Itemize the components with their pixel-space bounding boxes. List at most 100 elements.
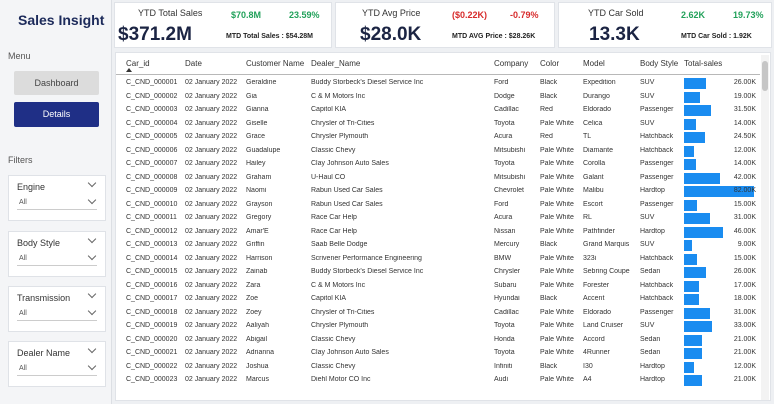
cell-color: Pale White <box>540 200 574 208</box>
cell-date: 02 January 2022 <box>185 335 238 343</box>
sales-bar <box>684 361 694 373</box>
cell-car-id: C_CND_000003 <box>126 106 178 113</box>
table-row[interactable]: C_CND_000005 02 January 2022 Grace Chrysler… <box>116 131 760 145</box>
table-row[interactable]: C_CND_000017 02 January 2022 Zoe Capitol KI… <box>116 293 760 307</box>
table-row[interactable]: C_CND_000020 02 January 2022 Abigail Classi… <box>116 334 760 348</box>
table-row[interactable]: C_CND_000009 02 January 2022 Naomi Rabun Us… <box>116 185 760 199</box>
cell-color: Pale White <box>540 254 574 262</box>
cell-company: Mitsubishi <box>494 146 526 154</box>
table-row[interactable]: C_CND_000021 02 January 2022 Adrianna Clay … <box>116 347 760 361</box>
table-row[interactable]: C_CND_000018 02 January 2022 Zoey Chrysler … <box>116 307 760 321</box>
kpi-value: $371.2M <box>118 24 192 45</box>
col-company[interactable]: Company <box>494 59 528 68</box>
cell-company: Mitsubishi <box>494 173 526 181</box>
cell-color: Pale White <box>540 173 574 181</box>
chevron-down-icon[interactable] <box>87 251 97 261</box>
table-row[interactable]: C_CND_000004 02 January 2022 Giselle Chrysl… <box>116 118 760 132</box>
menu-label: Menu <box>8 51 31 61</box>
cell-color: Black <box>540 241 558 248</box>
kpi-label: YTD Avg Price <box>362 8 421 18</box>
table-row[interactable]: C_CND_000011 02 January 2022 Gregory Race C… <box>116 212 760 226</box>
cell-dealer-name: Scrivener Performance Engineering <box>311 254 422 262</box>
table-row[interactable]: C_CND_000002 02 January 2022 Gia C & M Moto… <box>116 91 760 105</box>
chevron-down-icon[interactable] <box>87 361 97 371</box>
chevron-down-icon[interactable] <box>87 344 97 354</box>
table-row[interactable]: C_CND_000013 02 January 2022 Griffin Saab B… <box>116 239 760 253</box>
cell-car-id: C_CND_000021 <box>126 349 178 356</box>
details-button[interactable]: Details <box>14 102 99 127</box>
cell-customer-name: Gia <box>246 92 257 100</box>
dealer-name-filter-label: Dealer Name <box>17 348 71 358</box>
col-total-sales[interactable]: Total-sales <box>684 59 722 68</box>
cell-model: Expedition <box>583 79 616 86</box>
col-body-style[interactable]: Body Style <box>640 59 678 68</box>
sort-ascending-icon[interactable] <box>126 68 132 72</box>
table-row[interactable]: C_CND_000008 02 January 2022 Graham U-Haul … <box>116 172 760 186</box>
cell-dealer-name: Capitol KIA <box>311 295 347 302</box>
kpi-delta-abs: ($0.22K) <box>452 10 488 20</box>
body-style-filter-value[interactable]: All <box>19 255 27 262</box>
table-row[interactable]: C_CND_000007 02 January 2022 Hailey Clay Jo… <box>116 158 760 172</box>
cell-customer-name: Giselle <box>246 119 268 127</box>
transmission-filter[interactable]: Transmission All <box>8 286 106 332</box>
transmission-filter-value[interactable]: All <box>19 310 27 317</box>
col-dealer-name[interactable]: Dealer_Name <box>311 59 360 68</box>
cell-car-id: C_CND_000016 <box>126 281 178 289</box>
col-model[interactable]: Model <box>583 59 605 68</box>
col-car-id[interactable]: Car_id <box>126 59 150 68</box>
details-table: Car_id Date Customer Name Dealer_Name Co… <box>115 52 771 401</box>
sales-bar <box>684 253 697 265</box>
cell-total-sales: 33.00K <box>733 322 756 329</box>
cell-body-style: Hatchback <box>640 295 674 302</box>
table-row[interactable]: C_CND_000023 02 January 2022 Marcus Diehl M… <box>116 374 760 388</box>
cell-total-sales: 26.00K <box>733 268 756 275</box>
cell-body-style: Sedan <box>640 349 661 356</box>
cell-car-id: C_CND_000004 <box>126 119 178 127</box>
cell-model: Celica <box>583 119 603 127</box>
cell-car-id: C_CND_000019 <box>126 322 178 329</box>
cell-model: Durango <box>583 92 610 100</box>
cell-date: 02 January 2022 <box>185 92 238 100</box>
sales-bar <box>684 145 694 157</box>
dealer-name-filter[interactable]: Dealer Name All <box>8 341 106 387</box>
chevron-down-icon[interactable] <box>87 178 97 188</box>
table-row[interactable]: C_CND_000019 02 January 2022 Aaliyah Chrysl… <box>116 320 760 334</box>
chevron-down-icon[interactable] <box>87 234 97 244</box>
dashboard-button[interactable]: Dashboard <box>14 71 99 95</box>
vertical-scrollbar[interactable] <box>761 55 769 400</box>
table-row[interactable]: C_CND_000001 02 January 2022 Geraldine Budd… <box>116 77 760 91</box>
chevron-down-icon[interactable] <box>87 306 97 316</box>
cell-customer-name: Amar'E <box>246 227 269 235</box>
col-customer-name[interactable]: Customer Name <box>246 59 304 68</box>
cell-date: 02 January 2022 <box>185 79 238 86</box>
body-style-filter[interactable]: Body Style All <box>8 231 106 277</box>
engine-filter-value[interactable]: All <box>19 199 27 206</box>
chevron-down-icon[interactable] <box>87 195 97 205</box>
col-date[interactable]: Date <box>185 59 202 68</box>
cell-color: Pale White <box>540 322 574 329</box>
sales-bar <box>684 91 700 103</box>
cell-total-sales: 14.00K <box>733 119 756 127</box>
table-row[interactable]: C_CND_000016 02 January 2022 Zara C & M Mot… <box>116 280 760 294</box>
table-row[interactable]: C_CND_000014 02 January 2022 Harrison Scriv… <box>116 253 760 267</box>
cell-customer-name: Joshua <box>246 362 269 370</box>
table-row[interactable]: C_CND_000012 02 January 2022 Amar'E Race Ca… <box>116 226 760 240</box>
chevron-down-icon[interactable] <box>87 289 97 299</box>
table-row[interactable]: C_CND_000022 02 January 2022 Joshua Classic… <box>116 361 760 375</box>
col-color[interactable]: Color <box>540 59 559 68</box>
kpi-ytd-car-sold: YTD Car Sold 2.62K 19.73% 13.3K MTD Car … <box>558 2 772 48</box>
cell-model: TL <box>583 133 592 140</box>
cell-total-sales: 21.00K <box>733 349 756 356</box>
table-row[interactable]: C_CND_000003 02 January 2022 Gianna Capitol… <box>116 104 760 118</box>
dealer-name-filter-value[interactable]: All <box>19 365 27 372</box>
cell-color: Black <box>540 79 558 86</box>
cell-total-sales: 19.00K <box>733 92 756 100</box>
table-row[interactable]: C_CND_000015 02 January 2022 Zainab Buddy S… <box>116 266 760 280</box>
body-style-filter-label: Body Style <box>17 238 61 248</box>
cell-company: Ford <box>494 200 509 208</box>
table-row[interactable]: C_CND_000006 02 January 2022 Guadalupe Clas… <box>116 145 760 159</box>
engine-filter[interactable]: Engine All <box>8 175 106 221</box>
transmission-filter-label: Transmission <box>17 293 71 303</box>
table-row[interactable]: C_CND_000010 02 January 2022 Grayson Rabun … <box>116 199 760 213</box>
scroll-thumb[interactable] <box>762 61 768 91</box>
